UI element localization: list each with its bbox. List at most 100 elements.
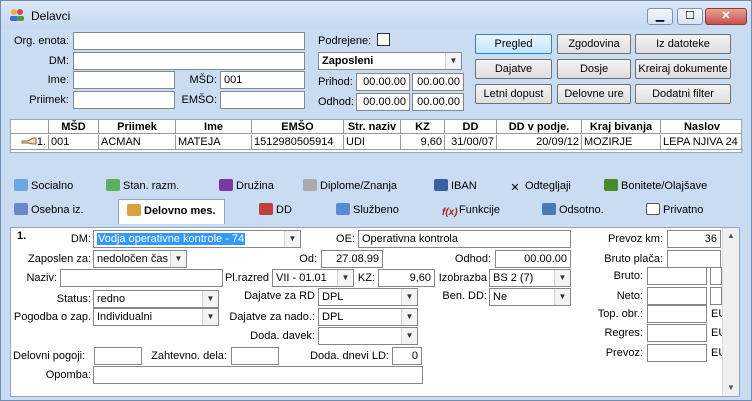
- column-header[interactable]: Priimek: [99, 120, 176, 134]
- dajatve-button[interactable]: Dajatve: [475, 59, 552, 79]
- status-select[interactable]: redno ▼: [93, 290, 219, 308]
- row-indicator[interactable]: 1.: [11, 135, 49, 150]
- column-header[interactable]: Kraj bivanja: [582, 120, 661, 134]
- kz-field[interactable]: 9,60: [378, 269, 435, 287]
- zaposlen-select[interactable]: nedoločen čas ▼: [93, 250, 187, 268]
- grid-cell[interactable]: MOZIRJE: [582, 135, 661, 150]
- prevoz-field[interactable]: [647, 344, 707, 362]
- iz-datoteke-button[interactable]: Iz datoteke: [635, 34, 731, 54]
- priimek-field[interactable]: [73, 91, 175, 109]
- zahtevno-field[interactable]: [231, 347, 279, 365]
- chevron-down-icon[interactable]: ▼: [401, 309, 417, 325]
- dosje-button[interactable]: Dosje: [557, 59, 631, 79]
- grid-cell[interactable]: LEPA NJIVA 24: [661, 135, 743, 150]
- column-header[interactable]: DD v podje.: [497, 120, 582, 134]
- chevron-down-icon[interactable]: ▼: [401, 289, 417, 305]
- column-header[interactable]: Naslov: [661, 120, 743, 134]
- prihod-from-field[interactable]: 00.00.00: [356, 73, 410, 91]
- chevron-down-icon[interactable]: ▼: [401, 328, 417, 344]
- scroll-up-icon[interactable]: ▲: [723, 228, 739, 244]
- minimize-button[interactable]: ▁: [647, 8, 673, 25]
- podrejene-checkbox[interactable]: [377, 33, 390, 46]
- org-enota-field[interactable]: [73, 32, 305, 50]
- tab-diplome[interactable]: Diplome/Znanja: [303, 175, 397, 197]
- tab-osebna-iz[interactable]: Osebna iz.: [14, 199, 84, 221]
- tab-iban[interactable]: IBAN: [434, 175, 477, 197]
- zgodovina-button[interactable]: Zgodovina: [557, 34, 631, 54]
- delovni-pogoji-field[interactable]: [94, 347, 142, 365]
- neto-field[interactable]: [647, 287, 707, 305]
- chevron-down-icon[interactable]: ▼: [284, 231, 300, 247]
- tab-druzina[interactable]: Družina: [219, 175, 274, 197]
- emso-field[interactable]: [220, 91, 305, 109]
- tab-delovno-mes[interactable]: Delovno mes.: [118, 199, 225, 224]
- column-header[interactable]: DD: [445, 120, 497, 134]
- grid-cell[interactable]: 1512980505914: [252, 135, 344, 150]
- doda-davek-select[interactable]: ▼: [318, 327, 418, 345]
- ime-field[interactable]: [73, 71, 175, 89]
- tab-funkcije[interactable]: f(x)Funkcije: [442, 199, 500, 221]
- bruto-field[interactable]: [647, 267, 707, 285]
- izobrazba-select[interactable]: BS 2 (7) ▼: [489, 269, 571, 287]
- pregled-button[interactable]: Pregled: [475, 34, 552, 54]
- grid-cell[interactable]: ACMAN: [99, 135, 176, 150]
- prihod-to-field[interactable]: 00.00.00: [412, 73, 464, 91]
- pogodba-select[interactable]: Individualni ▼: [93, 308, 219, 326]
- kreiraj-dokumente-button[interactable]: Kreiraj dokumente: [635, 59, 731, 79]
- column-header[interactable]: Str. naziv: [344, 120, 401, 134]
- column-header[interactable]: EMŠO: [252, 120, 344, 134]
- scroll-down-icon[interactable]: ▼: [723, 380, 739, 396]
- column-header[interactable]: MŠD: [49, 120, 99, 134]
- oe-field[interactable]: Operativna kontrola: [358, 230, 571, 248]
- tab-privatno[interactable]: Privatno: [646, 199, 703, 221]
- grid-cell[interactable]: UDI: [344, 135, 401, 150]
- tab-bonitete[interactable]: Bonitete/Olajšave: [604, 175, 707, 197]
- employee-status-select[interactable]: Zaposleni ▼: [318, 52, 462, 70]
- dm-select[interactable]: Vodja operativne kontrole - 74 ▼: [93, 230, 301, 248]
- od-field[interactable]: 27.08.99: [321, 250, 383, 268]
- column-header[interactable]: Ime: [176, 120, 252, 134]
- chevron-down-icon[interactable]: ▼: [554, 289, 570, 305]
- tab-sluzbeno[interactable]: Službeno: [336, 199, 399, 221]
- chevron-down-icon[interactable]: ▼: [554, 270, 570, 286]
- msd-field[interactable]: 001: [220, 71, 305, 89]
- delovne-ure-button[interactable]: Delovne ure: [557, 84, 631, 104]
- grid-cell[interactable]: 001: [49, 135, 99, 150]
- opomba-field[interactable]: [93, 366, 423, 384]
- grid-cell[interactable]: MATEJA: [176, 135, 252, 150]
- prevoz-km-field[interactable]: 36: [667, 230, 721, 248]
- grid-cell[interactable]: 9,60: [401, 135, 445, 150]
- doda-dnevi-field[interactable]: 0: [392, 347, 422, 365]
- top-obr-field[interactable]: [647, 305, 707, 323]
- odhod-field[interactable]: 00.00.00: [495, 250, 571, 268]
- chevron-down-icon[interactable]: ▼: [170, 251, 186, 267]
- chevron-down-icon[interactable]: ▼: [202, 291, 218, 307]
- close-button[interactable]: ✕: [705, 8, 747, 25]
- letni-dopust-button[interactable]: Letni dopust: [475, 84, 552, 104]
- chevron-down-icon[interactable]: ▼: [445, 53, 461, 69]
- grid-cell[interactable]: 20/09/12: [497, 135, 582, 150]
- tab-dd[interactable]: DD: [259, 199, 292, 221]
- plrazred-select[interactable]: VII - 01.01 ▼: [272, 269, 354, 287]
- tab-socialno[interactable]: Socialno: [14, 175, 73, 197]
- tab-stan-razm[interactable]: Stan. razm.: [106, 175, 179, 197]
- dajatve-nado-select[interactable]: DPL ▼: [318, 308, 418, 326]
- neto-currency-field[interactable]: [710, 287, 722, 305]
- dm-field[interactable]: [73, 52, 305, 70]
- ben-dd-select[interactable]: Ne ▼: [489, 288, 571, 306]
- tab-odtegljaji[interactable]: ✕ Odtegljaji: [508, 175, 570, 197]
- regres-field[interactable]: [647, 324, 707, 342]
- odhod-to-field[interactable]: 00.00.00: [412, 93, 464, 111]
- column-header[interactable]: KZ: [401, 120, 445, 134]
- dodatni-filter-button[interactable]: Dodatni filter: [635, 84, 731, 104]
- bruto-currency-field[interactable]: [710, 267, 722, 285]
- bruto-placa-field[interactable]: [667, 250, 721, 268]
- grid-cell[interactable]: 31/00/07: [445, 135, 497, 150]
- tab-odsotno[interactable]: Odsotno.: [542, 199, 604, 221]
- detail-scrollbar[interactable]: ▲ ▼: [722, 228, 739, 396]
- dajatve-rd-select[interactable]: DPL ▼: [318, 288, 418, 306]
- chevron-down-icon[interactable]: ▼: [202, 309, 218, 325]
- naziv-field[interactable]: [60, 269, 223, 287]
- maximize-button[interactable]: ☐: [677, 8, 703, 25]
- odhod-from-field[interactable]: 00.00.00: [356, 93, 410, 111]
